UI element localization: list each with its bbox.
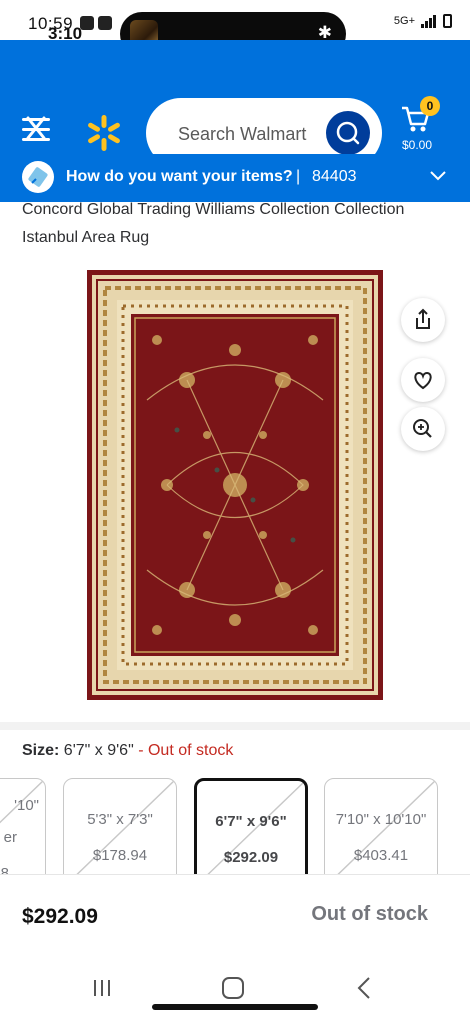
system-nav-bar <box>0 960 470 1020</box>
cart-count-badge: 0 <box>420 96 440 116</box>
battery-icon <box>443 14 452 28</box>
size-label-row: Size: 6'7" x 9'6" - Out of stock <box>22 742 233 760</box>
status-bar: 10:59 3:10 ✱ 5G+ <box>0 0 470 56</box>
heart-icon <box>414 371 432 390</box>
zip-code: 84403 <box>312 168 357 185</box>
footer-price: $292.09 <box>22 905 98 928</box>
signal-icon <box>421 15 436 28</box>
zoom-in-icon <box>413 419 432 438</box>
share-icon <box>416 308 430 329</box>
size-option-selected[interactable]: 6'7" x 9'6" $292.09 <box>194 778 308 874</box>
delivery-icon <box>22 161 54 193</box>
size-options: '10" er 38 5'3" x 7'3" $178.94 6'7" x 9'… <box>0 778 470 874</box>
search-placeholder: Search Walmart <box>178 124 307 144</box>
size-option-price: $403.41 <box>353 847 409 864</box>
size-option-price: $292.09 <box>223 849 279 866</box>
size-label: Size: <box>22 742 60 759</box>
menu-button[interactable] <box>22 114 52 144</box>
size-option-size: '10" <box>14 797 39 814</box>
share-button[interactable] <box>401 298 445 342</box>
footer-availability: Out of stock <box>311 903 428 925</box>
search-icon <box>336 121 360 145</box>
close-menu-icon <box>26 116 46 140</box>
size-option-size: 5'3" x 7'3" <box>87 811 153 828</box>
back-icon[interactable] <box>354 976 374 1000</box>
product-image[interactable] <box>87 270 383 700</box>
size-option[interactable]: 7'10" x 10'10" $403.41 <box>324 778 438 874</box>
selected-size: 6'7" x 9'6" <box>63 742 134 759</box>
cart-total: $0.00 <box>402 138 433 152</box>
delivery-prompt: How do you want your items? <box>66 168 293 185</box>
size-option-extra: er <box>3 829 17 846</box>
delivery-separator: | <box>296 168 301 185</box>
notification-icon <box>80 16 94 30</box>
gesture-pill <box>152 1004 318 1010</box>
product-title: Concord Global Trading Williams Collecti… <box>22 201 405 246</box>
section-divider <box>0 722 470 730</box>
stock-status: - Out of stock <box>138 742 234 759</box>
status-icons: 5G+ <box>394 14 452 28</box>
network-label: 5G+ <box>393 15 415 27</box>
chevron-down-icon <box>430 171 446 181</box>
search-button[interactable] <box>326 111 370 155</box>
size-option-size: 6'7" x 9'6" <box>215 813 287 830</box>
cart-button[interactable]: 0 $0.00 <box>396 96 446 154</box>
size-option-price: 38 <box>0 865 9 874</box>
favorite-button[interactable] <box>401 358 445 402</box>
home-icon[interactable] <box>222 977 244 999</box>
size-option[interactable]: 5'3" x 7'3" $178.94 <box>63 778 177 874</box>
recent-apps-icon[interactable] <box>92 978 112 998</box>
walmart-spark-logo[interactable] <box>84 113 124 153</box>
size-option-size: 7'10" x 10'10" <box>335 811 427 828</box>
size-option[interactable]: '10" er 38 <box>0 778 46 874</box>
size-option-price: $178.94 <box>92 847 148 864</box>
fulfillment-bar[interactable]: How do you want your items? | 84403 <box>0 154 470 202</box>
zoom-button[interactable] <box>401 407 445 451</box>
notification-icon <box>98 16 112 30</box>
